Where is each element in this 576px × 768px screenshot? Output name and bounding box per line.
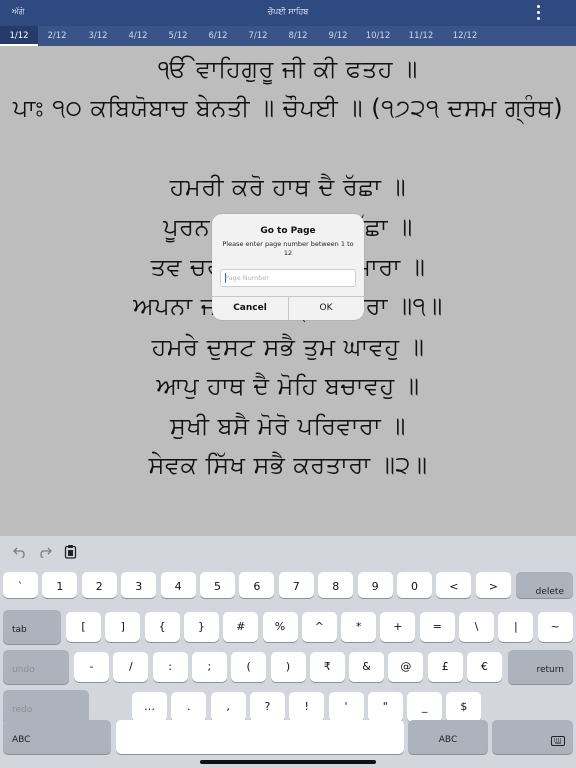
abc-key-left[interactable]: ABC bbox=[3, 720, 111, 754]
tab-11[interactable]: 11/12 bbox=[402, 26, 440, 46]
cancel-button[interactable]: Cancel bbox=[212, 296, 288, 320]
redo-icon[interactable] bbox=[38, 546, 52, 558]
key[interactable]: ₹ bbox=[309, 652, 345, 682]
key[interactable]: * bbox=[341, 612, 377, 642]
undo-key[interactable]: undo bbox=[3, 650, 69, 684]
tab-12[interactable]: 12/12 bbox=[446, 26, 484, 46]
go-to-page-dialog: Go to Page Please enter page number betw… bbox=[212, 214, 364, 320]
tab-10[interactable]: 10/12 bbox=[359, 26, 397, 46]
tab-7[interactable]: 7/12 bbox=[239, 26, 277, 46]
page-title: ਚੌਪਈ ਸਾਹਿਬ bbox=[267, 7, 309, 16]
undo-icon[interactable] bbox=[13, 546, 27, 558]
key[interactable]: ) bbox=[270, 652, 306, 682]
key[interactable]: 3 bbox=[121, 572, 157, 598]
key[interactable]: + bbox=[380, 612, 416, 642]
key[interactable]: " bbox=[367, 692, 403, 722]
verse-line: ੴ ਵਾਹਿਗੁਰੂ ਜੀ ਕੀ ਫਤਹ ॥ bbox=[158, 55, 418, 83]
tab-6[interactable]: 6/12 bbox=[199, 26, 237, 46]
keyboard-dismiss-icon[interactable] bbox=[492, 720, 573, 754]
key[interactable]: { bbox=[144, 612, 180, 642]
key[interactable]: … bbox=[132, 692, 167, 722]
return-key[interactable]: return bbox=[508, 650, 573, 684]
key[interactable]: # bbox=[223, 612, 259, 642]
tab-8[interactable]: 8/12 bbox=[279, 26, 317, 46]
key[interactable]: ? bbox=[249, 692, 285, 722]
home-indicator bbox=[200, 760, 376, 764]
key[interactable]: 8 bbox=[318, 572, 354, 598]
key[interactable]: = bbox=[419, 612, 455, 642]
key[interactable]: 5 bbox=[200, 572, 235, 598]
tab-5[interactable]: 5/12 bbox=[159, 26, 197, 46]
delete-key[interactable]: delete bbox=[516, 572, 573, 598]
key[interactable]: > bbox=[475, 572, 511, 598]
key[interactable]: 2 bbox=[81, 572, 117, 598]
key[interactable]: $ bbox=[446, 692, 482, 722]
key[interactable]: ^ bbox=[301, 612, 337, 642]
keyboard-toolbar bbox=[0, 536, 576, 570]
page-number-input[interactable] bbox=[220, 269, 356, 287]
tab-9[interactable]: 9/12 bbox=[319, 26, 357, 46]
verse-line: ਸੁਖੀ ਬਸੈ ਮੋਰੋ ਪਰਿਵਾਰਾ ॥ bbox=[170, 412, 406, 440]
verse-line: ਆਪੁ ਹਾਥ ਦੈ ਮੋਹਿ ਬਚਾਵਹੁ ॥ bbox=[156, 372, 420, 400]
key[interactable]: < bbox=[436, 572, 472, 598]
key[interactable]: @ bbox=[388, 652, 424, 682]
tab-key[interactable]: tab bbox=[3, 610, 61, 644]
more-vertical-icon[interactable] bbox=[534, 4, 542, 22]
key[interactable]: 0 bbox=[397, 572, 432, 598]
key[interactable]: 1 bbox=[42, 572, 78, 598]
dialog-title: Go to Page bbox=[260, 226, 316, 236]
ok-button[interactable]: OK bbox=[288, 296, 364, 320]
key[interactable]: & bbox=[349, 652, 385, 682]
key[interactable]: 7 bbox=[278, 572, 314, 598]
clipboard-icon[interactable] bbox=[64, 544, 77, 559]
key[interactable]: / bbox=[113, 652, 149, 682]
page-tabs: 1/12 2/12 3/12 4/12 5/12 6/12 7/12 8/12 … bbox=[0, 26, 576, 46]
key[interactable]: 4 bbox=[160, 572, 196, 598]
key[interactable]: ( bbox=[231, 652, 267, 682]
key[interactable]: 6 bbox=[239, 572, 275, 598]
dialog-message: Please enter page number between 1 to 12 bbox=[222, 240, 354, 257]
key[interactable]: } bbox=[183, 612, 219, 642]
redo-key[interactable]: redo bbox=[3, 690, 89, 724]
app-root: ਅੱਗੇ ਚੌਪਈ ਸਾਹਿਬ 1/12 2/12 3/12 4/12 5/12… bbox=[0, 0, 576, 768]
tab-1[interactable]: 1/12 bbox=[0, 26, 38, 46]
key[interactable]: ~ bbox=[537, 612, 573, 642]
key[interactable]: _ bbox=[407, 692, 443, 722]
key[interactable]: 9 bbox=[357, 572, 393, 598]
onscreen-keyboard: ` 1 2 3 4 5 6 7 8 9 0 < > delete tab[]{} #% ^ * + = \ | ~ undo -… bbox=[0, 536, 576, 768]
key[interactable]: . bbox=[171, 692, 207, 722]
key[interactable]: ' bbox=[328, 692, 364, 722]
space-key[interactable] bbox=[116, 720, 404, 754]
key[interactable]: % bbox=[262, 612, 298, 642]
key[interactable]: ] bbox=[105, 612, 141, 642]
verse-line: ਹਮਰੇ ਦੁਸਟ ਸਭੈ ਤੁਮ ਘਾਵਹੁ ॥ bbox=[151, 333, 425, 361]
verse-line: ਹਮਰੀ ਕਰੋ ਹਾਥ ਦੈ ਰੱਛਾ ॥ bbox=[169, 173, 407, 201]
key[interactable]: , bbox=[210, 692, 246, 722]
text-caret bbox=[225, 273, 226, 283]
key[interactable]: € bbox=[467, 652, 502, 682]
key[interactable]: ! bbox=[289, 692, 325, 722]
key[interactable]: ` bbox=[3, 572, 38, 598]
tab-3[interactable]: 3/12 bbox=[79, 26, 117, 46]
key[interactable]: | bbox=[498, 612, 534, 642]
tab-4[interactable]: 4/12 bbox=[119, 26, 157, 46]
key[interactable]: - bbox=[74, 652, 109, 682]
top-bar: ਅੱਗੇ ਚੌਪਈ ਸਾਹਿਬ bbox=[0, 0, 576, 26]
verse-line: ਪਾਃ ੧੦ ਕਬਿਯੋਬਾਚ ਬੇਨਤੀ ॥ ਚੌਪਈ ॥ (੧੭੨੧ ਦਸਮ… bbox=[12, 94, 564, 122]
abc-key-right[interactable]: ABC bbox=[408, 720, 488, 754]
key[interactable]: [ bbox=[66, 612, 101, 642]
tab-2[interactable]: 2/12 bbox=[38, 26, 76, 46]
key[interactable]: ; bbox=[191, 652, 227, 682]
key[interactable]: £ bbox=[427, 652, 463, 682]
key[interactable]: \ bbox=[459, 612, 494, 642]
verse-line: ਸੇਵਕ ਸਿੱਖ ਸਭੈ ਕਰਤਾਰਾ ॥੨॥ bbox=[148, 451, 428, 479]
key[interactable]: : bbox=[152, 652, 188, 682]
